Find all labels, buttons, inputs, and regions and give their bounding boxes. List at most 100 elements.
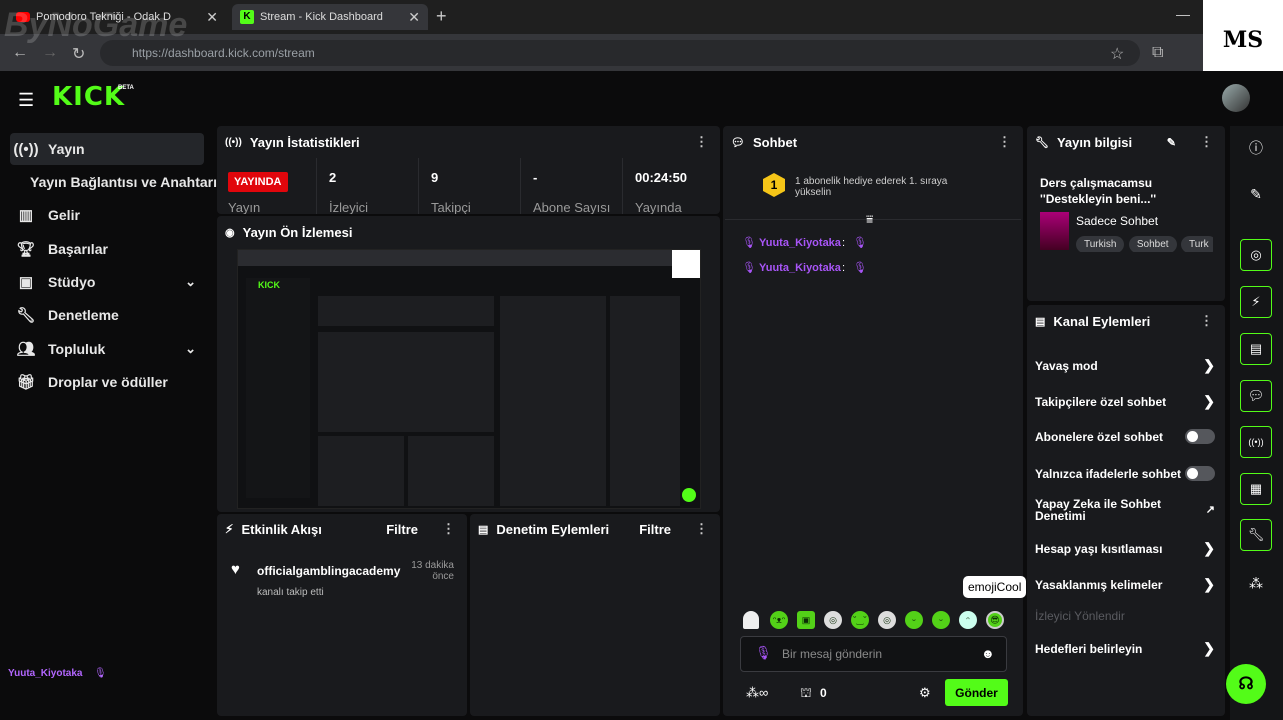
more-options-icon[interactable]: ⋮ — [1200, 313, 1213, 329]
stat-label-yayin: Yayın — [228, 200, 261, 214]
stat-label-subs: Abone Sayısı — [533, 200, 611, 214]
new-tab-button[interactable]: + — [436, 6, 447, 27]
action-followers-only[interactable]: Takipçilere özel sohbet ❯ — [1035, 393, 1215, 410]
footer-username[interactable]: Yuuta_Kiyotaka — [8, 668, 82, 679]
bookmark-star-icon[interactable]: ☆ — [1110, 44, 1124, 64]
close-icon[interactable]: ✕ — [408, 9, 420, 26]
chat-settings-icon[interactable]: ⚙ — [919, 685, 931, 701]
emoji-icon[interactable]: ᵕ — [932, 611, 950, 629]
extensions-icon[interactable]: ⧉ — [1152, 44, 1163, 62]
rail-preview-button[interactable]: ◎ — [1240, 239, 1272, 271]
more-options-icon[interactable]: ⋮ — [695, 134, 708, 150]
edit-icon[interactable]: ✎ — [1240, 178, 1272, 210]
emoji-icon[interactable]: ˘‿˘ — [851, 611, 869, 629]
collapse-pinned-icon[interactable]: ⩸ — [866, 212, 873, 227]
channel-points-icon[interactable]: ⁂∞ — [746, 685, 768, 701]
tag[interactable]: Sohbet — [1128, 236, 1177, 252]
moderation-filter-button[interactable]: Filtre — [639, 522, 671, 537]
sidebar-item-basarilar[interactable]: 🏆︎ Başarılar — [10, 233, 204, 265]
headset-icon: ☊ — [1238, 674, 1254, 693]
pulse-icon: ⚡︎ — [225, 522, 234, 536]
chat-username[interactable]: Yuuta_Kiyotaka — [759, 262, 841, 274]
support-headset-button[interactable]: ☊ — [1226, 664, 1266, 704]
tag[interactable]: Turk — [1181, 236, 1213, 252]
more-options-icon[interactable]: ⋮ — [442, 521, 455, 537]
more-options-icon[interactable]: ⋮ — [998, 134, 1011, 150]
points-count: 0 — [820, 686, 827, 700]
action-subscribers-only[interactable]: Abonelere özel sohbet — [1035, 429, 1215, 444]
preview-header: ◉ Yayın Ön İzlemesi — [217, 216, 720, 248]
menu-icon[interactable]: ☰ — [18, 90, 34, 111]
info-icon[interactable]: ⓘ — [1240, 132, 1272, 164]
activity-header: ⚡︎ Etkinlik Akışı Filtre ⋮ — [217, 514, 467, 544]
store-icon[interactable]: ⛫ — [800, 685, 812, 703]
event-action: kanalı takip etti — [257, 587, 324, 598]
sidebar-item-gelir[interactable]: ▥ Gelir — [10, 199, 204, 231]
chevron-right-icon: ❯ — [1203, 640, 1215, 656]
sidebar-item-yayin[interactable]: ((•)) Yayın — [10, 133, 204, 165]
back-icon[interactable]: ← — [12, 44, 28, 62]
emoji-icon[interactable]: ᵕ — [905, 611, 923, 629]
tag[interactable]: Turkish — [1076, 236, 1125, 252]
toggle-switch[interactable] — [1185, 429, 1215, 444]
rail-stream-info-button[interactable]: 🔧︎ — [1240, 519, 1272, 551]
emoji-icon[interactable]: ◎ — [824, 611, 842, 629]
minimize-button[interactable]: — — [1176, 6, 1190, 22]
more-options-icon[interactable]: ⋮ — [695, 521, 708, 537]
preview-title: Yayın Ön İzlemesi — [242, 224, 353, 240]
forward-icon[interactable]: → — [42, 44, 58, 62]
sidebar-item-yayin-baglantisi[interactable]: Yayın Bağlantısı ve Anahtarı — [10, 166, 217, 198]
emoji-icon[interactable]: ▣ — [797, 611, 815, 629]
sidebar-item-denetleme[interactable]: 🔧︎ Denetleme — [10, 299, 204, 331]
emoji-picker-icon[interactable]: ☻ — [981, 646, 995, 661]
broadcast-icon: ((•)) — [13, 140, 39, 158]
action-goals[interactable]: Hedefleri belirleyin ❯ — [1035, 640, 1215, 657]
chat-header: 💬︎ Sohbet ⋮ — [723, 126, 1023, 158]
toggle-switch[interactable] — [1185, 466, 1215, 481]
rail-channel-actions-button[interactable]: ▦ — [1240, 473, 1272, 505]
divider — [520, 158, 521, 214]
emoji-icon[interactable]: ᵔᴥᵔ — [770, 611, 788, 629]
avatar[interactable] — [1222, 84, 1250, 112]
close-icon[interactable]: ✕ — [206, 9, 218, 26]
rail-quick-actions-button[interactable]: ⚡︎ — [1240, 286, 1272, 318]
kick-favicon-icon: K — [240, 10, 254, 24]
chat-username[interactable]: Yuuta_Kiyotaka — [759, 237, 841, 249]
chevron-down-icon: ⌄ — [185, 274, 196, 289]
sidebar-item-topluluk[interactable]: 👥︎ Topluluk ⌄ — [10, 333, 204, 365]
wrench-icon: 🔧︎ — [16, 307, 36, 324]
browser-tab-kick[interactable]: K Stream - Kick Dashboard ✕ — [232, 4, 428, 30]
action-banned-words[interactable]: Yasaklanmış kelimeler ❯ — [1035, 576, 1215, 593]
send-button[interactable]: Gönder — [945, 679, 1008, 706]
podcast-icon: 🎙︎ — [853, 237, 867, 249]
action-emote-only[interactable]: Yalnızca ifadelerle sohbet — [1035, 466, 1215, 481]
rail-chat-button[interactable]: 💬︎ — [1240, 380, 1272, 412]
rail-moderation-button[interactable]: ▤ — [1240, 333, 1272, 365]
action-ai-moderation[interactable]: Yapay Zeka ile Sohbet Denetimi ↗ — [1035, 498, 1215, 522]
activity-filter-button[interactable]: Filtre — [386, 522, 418, 537]
emoji-icon[interactable]: ◎ — [878, 611, 896, 629]
sidebar-item-studyo[interactable]: ▣ Stüdyo ⌄ — [10, 266, 204, 298]
more-widgets-icon[interactable]: ⁂ — [1240, 567, 1272, 599]
kick-logo[interactable]: KICK — [52, 82, 125, 112]
reload-icon[interactable]: ↻ — [72, 44, 85, 64]
sidebar-item-droplar[interactable]: 🎁︎ Droplar ve ödüller — [10, 366, 204, 398]
stat-value-uptime: 00:24:50 — [635, 170, 688, 185]
ghost-emoji-icon[interactable] — [743, 611, 759, 629]
divider — [622, 158, 623, 214]
category-name[interactable]: Sadece Sohbet — [1076, 214, 1158, 228]
wrench-icon: 🔧︎ — [1247, 527, 1265, 542]
rail-broadcast-button[interactable]: ((•)) — [1240, 426, 1272, 458]
action-account-age[interactable]: Hesap yaşı kısıtlaması ❯ — [1035, 540, 1215, 557]
live-badge: YAYINDA — [228, 172, 288, 192]
more-options-icon[interactable]: ⋮ — [1200, 134, 1213, 150]
emoji-icon[interactable]: ᵔ — [959, 611, 977, 629]
address-bar[interactable]: https://dashboard.kick.com/stream — [100, 40, 1140, 66]
emoji-cool-icon[interactable]: 😎︎ — [986, 611, 1004, 629]
action-slow-mode[interactable]: Yavaş mod ❯ — [1035, 357, 1215, 374]
chevron-down-icon: ⌄ — [185, 341, 196, 356]
edit-icon[interactable]: ✎ — [1167, 136, 1176, 149]
studio-icon: ▣ — [18, 274, 34, 291]
stream-preview-video[interactable]: KICK — [237, 249, 701, 509]
event-user[interactable]: officialgamblingacademy — [257, 564, 400, 578]
